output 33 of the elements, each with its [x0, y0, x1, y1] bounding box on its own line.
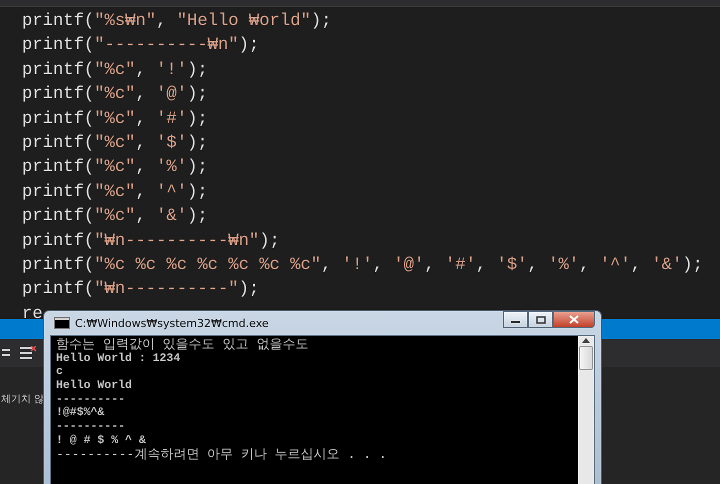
console-icon	[54, 317, 70, 329]
code-line: re	[22, 304, 43, 326]
console-line: c	[56, 365, 64, 380]
output-message: 체기치 않	[1, 394, 44, 406]
code-line: printf("%c", '%');	[22, 157, 208, 180]
console-line: Hello World : 1234	[56, 352, 182, 366]
window-title: C:₩Windows₩system32₩cmd.exe	[75, 316, 269, 330]
code-line: printf("₩n----------");	[22, 279, 260, 302]
console-line: ----------	[56, 420, 126, 434]
code-line: printf("%s₩n", "Hello ₩orld");	[22, 11, 332, 33]
clear-list-icon[interactable]	[20, 346, 36, 360]
code-line: printf("%c %c %c %c %c %c %c", '!', '@', '#', '$', '%', '^', '&');	[22, 254, 703, 277]
console-line: !@#$%^&	[56, 406, 106, 420]
code-line: printf("%c", '#');	[22, 108, 208, 131]
console-line: ----------	[56, 392, 126, 406]
scrollbar[interactable]	[578, 336, 594, 484]
console-line: ! @ # $ % ^ &	[56, 434, 147, 448]
code-line: printf("%c", '$');	[22, 132, 208, 155]
console-line: Hello World	[56, 379, 133, 393]
code-line: printf("₩n----------₩n");	[22, 230, 280, 253]
scrollbar-thumb[interactable]	[579, 346, 593, 370]
minimize-button[interactable]	[503, 311, 528, 328]
close-button[interactable]	[553, 311, 595, 328]
maximize-button[interactable]	[528, 311, 553, 328]
close-icon	[569, 315, 579, 324]
code-line: printf("%c", '^');	[22, 182, 208, 204]
console-line: 함수는 입력값이 있을수도 있고 없을수도	[56, 338, 310, 352]
maximize-icon	[536, 316, 546, 324]
code-line: printf("%c", '!');	[22, 60, 208, 82]
console-line: ----------계속하려면 아무 키나 누르십시오 . . .	[56, 448, 388, 462]
code-line: printf("%c", '&');	[22, 206, 208, 228]
code-line: printf("%c", '@');	[22, 84, 208, 106]
code-line: printf("----------₩n");	[22, 35, 260, 58]
